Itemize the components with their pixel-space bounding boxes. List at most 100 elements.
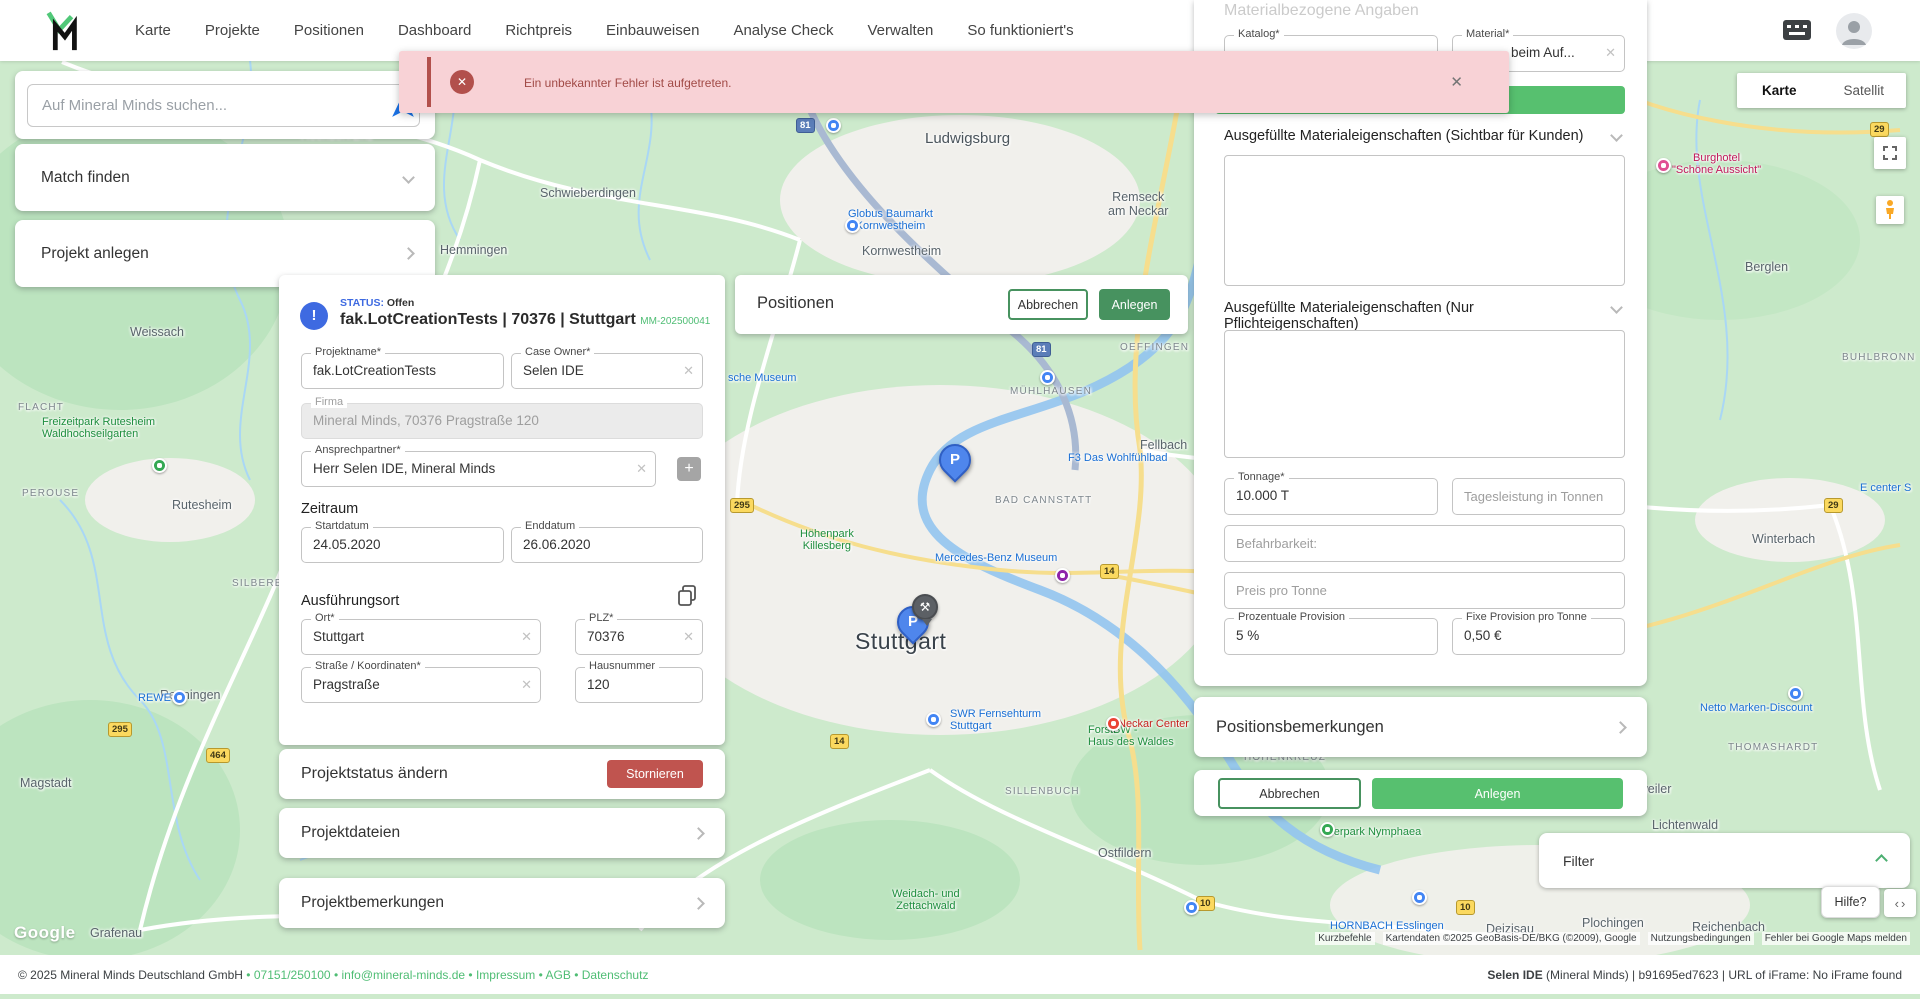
plz-field[interactable]: PLZ* 70376 ✕ (575, 619, 703, 655)
positionen-abbrechen-button[interactable]: Abbrechen (1008, 289, 1088, 320)
menu-einbauweisen[interactable]: Einbauweisen (606, 22, 699, 39)
datenschutz-link[interactable]: Datenschutz (582, 968, 649, 982)
poi-marker[interactable] (1788, 686, 1803, 701)
ansprechpartner-field[interactable]: Ansprechpartner* Herr Selen IDE, Mineral… (301, 451, 656, 487)
poi-marker[interactable] (1656, 158, 1671, 173)
positionsbemerkungen-section[interactable]: Positionsbemerkungen (1194, 697, 1647, 757)
case-owner-field[interactable]: Case Owner* Selen IDE ✕ (511, 353, 703, 389)
clear-icon[interactable]: ✕ (521, 677, 532, 693)
hausnummer-field[interactable]: Hausnummer 120 (575, 667, 703, 703)
poi-marker[interactable] (152, 458, 167, 473)
poi-marker[interactable] (1106, 716, 1121, 731)
props-required-box[interactable] (1224, 330, 1625, 458)
enddatum-field[interactable]: Enddatum 26.06.2020 (511, 527, 703, 563)
error-icon: ✕ (450, 70, 474, 94)
pegman-control[interactable] (1876, 196, 1904, 224)
provision-pct-field[interactable]: Prozentuale Provision 5 % (1224, 618, 1438, 655)
tonnage-field[interactable]: Tonnage* 10.000 T (1224, 478, 1438, 515)
impressum-link[interactable]: Impressum (476, 968, 535, 982)
map-label: sche Museum (728, 372, 796, 384)
poi-marker[interactable] (1055, 568, 1070, 583)
filter-panel[interactable]: Filter (1539, 833, 1910, 888)
poi-marker[interactable] (1320, 822, 1335, 837)
poi-marker[interactable] (926, 712, 941, 727)
pan-arrows-control[interactable]: ‹› (1884, 889, 1916, 917)
arrow-right-icon: › (1901, 896, 1905, 911)
projektdateien-section[interactable]: Projektdateien (279, 808, 725, 858)
mineral-minds-logo[interactable] (44, 10, 80, 52)
kartendaten-text: Kartendaten ©2025 GeoBasis-DE/BKG (©2009… (1383, 932, 1640, 945)
phone-link[interactable]: 07151/250100 (254, 968, 331, 982)
map-type-satellit-button[interactable]: Satellit (1822, 73, 1907, 108)
clear-icon[interactable]: ✕ (521, 629, 532, 645)
startdatum-field[interactable]: Startdatum 24.05.2020 (301, 527, 504, 563)
menu-positionen[interactable]: Positionen (294, 22, 364, 39)
user-avatar[interactable] (1836, 13, 1872, 49)
fehler-melden-link[interactable]: Fehler bei Google Maps melden (1762, 932, 1910, 945)
map-label: Winterbach (1752, 532, 1815, 546)
projektbemerkungen-section[interactable]: Projektbemerkungen (279, 878, 725, 928)
projektdateien-label: Projektdateien (301, 824, 400, 842)
material-abbrechen-button[interactable]: Abbrechen (1218, 778, 1361, 809)
map-label: Globus Baumarkt Kornwestheim (848, 208, 933, 232)
map-type-karte-button[interactable]: Karte (1737, 73, 1822, 108)
agb-link[interactable]: AGB (546, 968, 571, 982)
add-contact-button[interactable]: + (677, 457, 701, 481)
clear-icon[interactable]: ✕ (683, 629, 694, 645)
provision-fix-field[interactable]: Fixe Provision pro Tonne 0,50 € (1452, 618, 1625, 655)
toast-message: Ein unbekannter Fehler ist aufgetreten. (524, 76, 731, 90)
map-label: Lichtenwald (1652, 818, 1718, 832)
fullscreen-button[interactable] (1874, 137, 1906, 169)
projektbemerkungen-label: Projektbemerkungen (301, 894, 444, 912)
match-finden-accordion[interactable]: Match finden (15, 144, 435, 211)
poi-marker[interactable] (1040, 370, 1055, 385)
poi-marker[interactable] (172, 690, 187, 705)
clear-icon[interactable]: ✕ (683, 363, 694, 379)
footer-left: © 2025 Mineral Minds Deutschland GmbH • … (18, 968, 648, 982)
preis-pro-tonne-field[interactable]: Preis pro Tonne (1224, 572, 1625, 609)
map-pin-equipment[interactable]: ⚒ (912, 594, 938, 620)
material-anlegen-button[interactable]: Anlegen (1372, 778, 1623, 809)
ort-field[interactable]: Ort* Stuttgart ✕ (301, 619, 541, 655)
clear-icon[interactable]: ✕ (1605, 45, 1616, 61)
menu-verwalten[interactable]: Verwalten (868, 22, 934, 39)
map-label: FLACHT (18, 402, 64, 413)
clear-icon[interactable]: ✕ (636, 461, 647, 477)
chevron-down-icon[interactable] (1610, 129, 1623, 142)
stornieren-button[interactable]: Stornieren (607, 760, 703, 788)
search-card: Auf Mineral Minds suchen... (15, 71, 435, 139)
keyboard-icon[interactable] (1782, 18, 1812, 42)
map-label: Mercedes-Benz Museum (935, 552, 1057, 564)
poi-marker[interactable] (1184, 900, 1199, 915)
search-input[interactable]: Auf Mineral Minds suchen... (27, 84, 420, 127)
map-label: HORNBACH Esslingen (1330, 920, 1444, 932)
tagesleistung-field[interactable]: Tagesleistung in Tonnen (1452, 478, 1625, 515)
map-label: Magstadt (20, 776, 71, 790)
kurzbefehle-link[interactable]: Kurzbefehle (1315, 932, 1374, 945)
props-customers-box[interactable] (1224, 155, 1625, 286)
footer-user-info: Selen IDE (Mineral Minds) | b91695ed7623… (1487, 968, 1902, 982)
menu-analyse-check[interactable]: Analyse Check (733, 22, 833, 39)
poi-marker[interactable] (1412, 890, 1427, 905)
befahrbarkeit-field[interactable]: Befahrbarkeit: (1224, 525, 1625, 562)
nutzungsbedingungen-link[interactable]: Nutzungsbedingungen (1648, 932, 1754, 945)
poi-marker[interactable] (845, 218, 860, 233)
menu-dashboard[interactable]: Dashboard (398, 22, 471, 39)
menu-karte[interactable]: Karte (135, 22, 171, 39)
copy-icon[interactable] (677, 585, 697, 607)
hilfe-button[interactable]: Hilfe? (1821, 886, 1880, 918)
menu-richtpreis[interactable]: Richtpreis (505, 22, 572, 39)
map-label: Neckar Center (1118, 718, 1189, 730)
road-shield: 295 (730, 498, 754, 513)
chevron-down-icon[interactable] (1610, 301, 1623, 314)
menu-so-funktionierts[interactable]: So funktioniert's (967, 22, 1073, 39)
email-link[interactable]: info@mineral-minds.de (341, 968, 465, 982)
map-label: BAD CANNSTATT (995, 495, 1092, 506)
strasse-field[interactable]: Straße / Koordinaten* Pragstraße ✕ (301, 667, 541, 703)
positionen-anlegen-button[interactable]: Anlegen (1099, 289, 1170, 320)
toast-close-icon[interactable]: ✕ (1450, 73, 1463, 91)
poi-marker[interactable] (826, 118, 841, 133)
road-shield: 81 (1032, 342, 1051, 357)
projektname-field[interactable]: Projektname* fak.LotCreationTests (301, 353, 504, 389)
menu-projekte[interactable]: Projekte (205, 22, 260, 39)
